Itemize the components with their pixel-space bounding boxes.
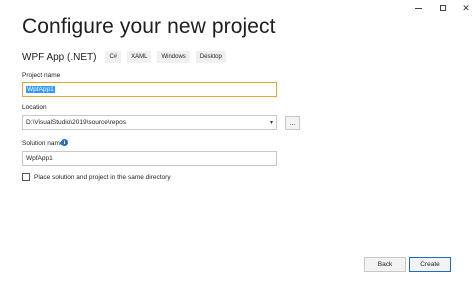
chevron-down-icon: ▾ xyxy=(269,120,273,126)
minimize-icon xyxy=(414,7,422,9)
back-button[interactable]: Back xyxy=(364,257,406,272)
tag-language: C# xyxy=(105,51,122,63)
template-summary: WPF App (.NET) C# XAML Windows Desktop xyxy=(22,51,232,63)
location-value: D:\VisualStudio\2019\source\repos xyxy=(26,119,126,126)
configure-project-window: ✕ Configure your new project WPF App (.N… xyxy=(0,0,474,291)
same-directory-checkbox[interactable] xyxy=(22,173,30,181)
tag-xaml: XAML xyxy=(127,51,152,63)
solution-name-label: Solution name xyxy=(22,140,64,147)
project-name-label: Project name xyxy=(22,72,61,79)
browse-location-button[interactable]: ... xyxy=(285,116,300,130)
same-directory-option[interactable]: Place solution and project in the same d… xyxy=(22,173,171,181)
create-button[interactable]: Create xyxy=(409,257,451,272)
close-icon: ✕ xyxy=(462,2,470,13)
solution-name-input[interactable]: WpfApp1 xyxy=(22,151,277,166)
tag-project-type: Desktop xyxy=(195,51,226,63)
location-dropdown[interactable]: D:\VisualStudio\2019\source\repos ▾ xyxy=(22,115,277,130)
location-label: Location xyxy=(22,104,47,111)
close-button[interactable]: ✕ xyxy=(454,2,474,14)
maximize-icon xyxy=(440,5,446,11)
tag-platform: Windows xyxy=(157,51,190,63)
project-name-input[interactable]: WpfApp1 xyxy=(22,82,277,97)
maximize-button[interactable] xyxy=(431,2,455,14)
project-name-value: WpfApp1 xyxy=(26,86,55,93)
template-name: WPF App (.NET) xyxy=(22,51,97,63)
page-title: Configure your new project xyxy=(22,15,276,38)
solution-name-value: WpfApp1 xyxy=(26,155,53,162)
minimize-button[interactable] xyxy=(406,2,430,14)
info-icon[interactable]: i xyxy=(61,139,68,146)
same-directory-label: Place solution and project in the same d… xyxy=(34,173,171,181)
